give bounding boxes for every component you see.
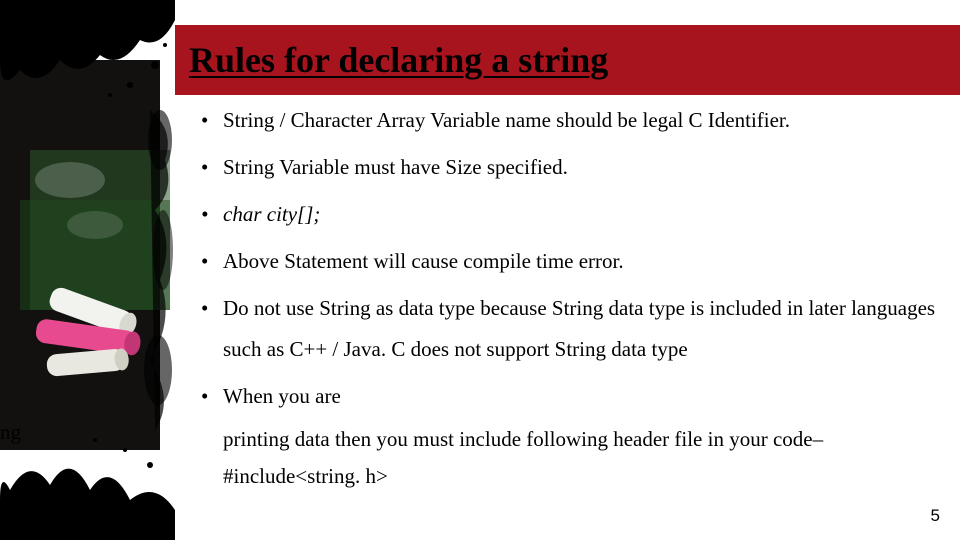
bullet-item: Above Statement will cause compile time … [195, 241, 945, 282]
slide-title: Rules for declaring a string [189, 39, 608, 81]
chalkboard-graphic [0, 0, 175, 540]
bullet-continuation: printing data then you must include foll… [195, 419, 945, 460]
bullet-item-code: char city[]; [195, 194, 945, 235]
slide: Rules for declaring a string String / Ch… [0, 0, 960, 540]
bullet-list: String / Character Array Variable name s… [195, 100, 945, 417]
bullet-item: String / Character Array Variable name s… [195, 100, 945, 141]
bullet-item: String Variable must have Size specified… [195, 147, 945, 188]
bullet-item: When you are [195, 376, 945, 417]
bullet-item: Do not use String as data type because S… [195, 288, 945, 370]
content-area: String / Character Array Variable name s… [195, 100, 945, 496]
cutoff-text-fragment: ng [0, 420, 21, 445]
page-number: 5 [931, 506, 940, 526]
bullet-continuation: #include<string. h> [195, 456, 945, 497]
title-bar: Rules for declaring a string [175, 25, 960, 95]
